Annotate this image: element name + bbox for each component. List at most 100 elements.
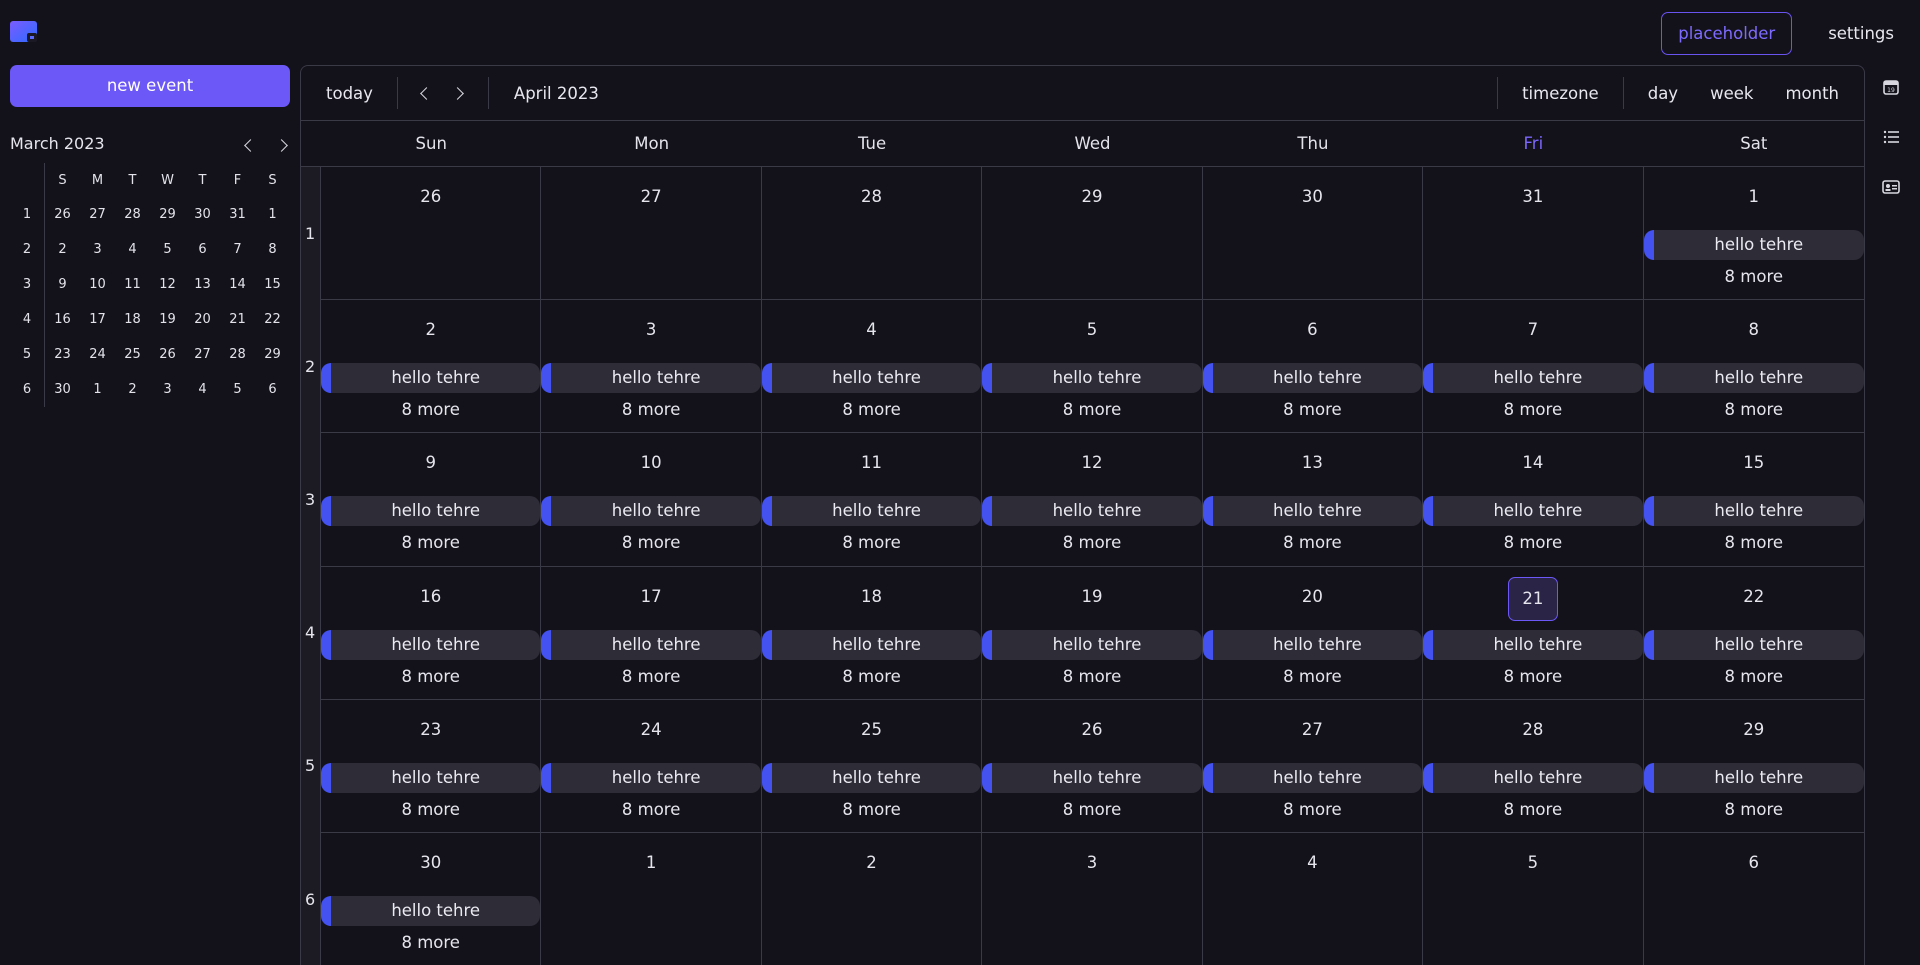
day-cell[interactable]: 3 hello tehre 8 more	[541, 300, 762, 434]
day-cell[interactable]: 23 hello tehre 8 more	[321, 699, 542, 833]
day-number[interactable]: 29	[982, 187, 1201, 206]
mini-day-cell[interactable]: 5	[150, 242, 185, 257]
settings-button[interactable]: settings	[1828, 24, 1894, 43]
event-chip[interactable]: hello tehre	[541, 363, 761, 394]
week-view-button[interactable]: week	[1710, 84, 1753, 103]
event-chip[interactable]: hello tehre	[1202, 762, 1423, 793]
day-number[interactable]: 3	[982, 853, 1201, 872]
more-events-link[interactable]: 8 more	[541, 800, 760, 819]
day-cell[interactable]: 5	[1423, 833, 1644, 965]
day-number[interactable]: 20	[1203, 587, 1422, 606]
event-chip[interactable]: hello tehre	[761, 363, 982, 394]
more-events-link[interactable]: 8 more	[321, 800, 540, 819]
timezone-button[interactable]: timezone	[1522, 84, 1599, 103]
month-view-button[interactable]: month	[1785, 84, 1839, 103]
mini-day-cell[interactable]: 26	[150, 347, 185, 362]
day-cell[interactable]: 8 hello tehre 8 more	[1643, 300, 1864, 434]
day-number[interactable]: 3	[541, 320, 760, 339]
mini-day-cell[interactable]: 4	[185, 382, 220, 397]
more-events-link[interactable]: 8 more	[1644, 667, 1864, 686]
mini-day-cell[interactable]: 14	[220, 277, 255, 292]
more-events-link[interactable]: 8 more	[1644, 267, 1864, 286]
more-events-link[interactable]: 8 more	[321, 933, 540, 952]
day-cell[interactable]: 11 hello tehre 8 more	[761, 433, 983, 567]
day-number[interactable]: 30	[321, 853, 540, 872]
day-number[interactable]: 1	[1644, 187, 1864, 206]
day-number[interactable]: 25	[762, 720, 981, 739]
mini-day-cell[interactable]: 1	[255, 207, 290, 222]
mini-day-cell[interactable]: 27	[185, 347, 220, 362]
day-number[interactable]: 26	[982, 720, 1201, 739]
event-chip[interactable]: hello tehre	[982, 762, 1202, 793]
event-chip[interactable]: hello tehre	[1643, 762, 1864, 793]
more-events-link[interactable]: 8 more	[1423, 533, 1642, 552]
mini-day-cell[interactable]: 13	[185, 277, 220, 292]
day-cell[interactable]: 26	[321, 167, 542, 301]
day-cell[interactable]: 19 hello tehre 8 more	[982, 566, 1203, 700]
day-cell[interactable]: 25 hello tehre 8 more	[761, 699, 983, 833]
more-events-link[interactable]: 8 more	[762, 533, 981, 552]
day-number[interactable]: 8	[1644, 320, 1864, 339]
day-number[interactable]: 4	[1203, 853, 1422, 872]
day-cell[interactable]: 29 hello tehre 8 more	[1643, 700, 1864, 833]
day-cell[interactable]: 30	[1202, 167, 1424, 301]
mini-day-cell[interactable]: 1	[80, 382, 115, 397]
mini-day-cell[interactable]: 6	[185, 242, 220, 257]
more-events-link[interactable]: 8 more	[321, 667, 540, 686]
day-number[interactable]: 2	[762, 853, 981, 872]
day-cell[interactable]: 27	[541, 167, 762, 301]
event-chip[interactable]: hello tehre	[1423, 363, 1643, 394]
day-cell[interactable]: 18 hello tehre 8 more	[761, 566, 983, 700]
day-number[interactable]: 28	[1423, 720, 1642, 739]
day-cell[interactable]: 26 hello tehre 8 more	[982, 699, 1203, 833]
more-events-link[interactable]: 8 more	[1423, 667, 1642, 686]
day-number[interactable]: 5	[982, 320, 1201, 339]
day-number[interactable]: 17	[541, 587, 760, 606]
event-chip[interactable]: hello tehre	[321, 896, 541, 926]
more-events-link[interactable]: 8 more	[1203, 667, 1422, 686]
day-number[interactable]: 4	[762, 320, 981, 339]
mini-day-cell[interactable]: 25	[115, 347, 150, 362]
mini-day-cell[interactable]: 12	[150, 277, 185, 292]
day-cell[interactable]: 17 hello tehre 8 more	[541, 566, 762, 700]
day-number[interactable]: 14	[1423, 453, 1642, 472]
event-chip[interactable]: hello tehre	[1423, 496, 1643, 527]
day-number[interactable]: 6	[1644, 853, 1864, 872]
calendar-icon[interactable]: 19	[1882, 78, 1900, 96]
placeholder-button[interactable]: placeholder	[1661, 11, 1793, 55]
mini-day-cell[interactable]: 11	[115, 277, 150, 292]
day-cell[interactable]: 16 hello tehre 8 more	[321, 566, 542, 700]
event-chip[interactable]: hello tehre	[321, 762, 541, 793]
day-cell[interactable]: 31	[1423, 167, 1644, 301]
mini-day-cell[interactable]: 2	[115, 382, 150, 397]
mini-day-cell[interactable]: 17	[80, 312, 115, 327]
event-chip[interactable]: hello tehre	[1643, 363, 1864, 394]
day-cell[interactable]: 22 hello tehre 8 more	[1643, 567, 1864, 700]
prev-month-icon[interactable]	[418, 82, 431, 104]
day-number[interactable]: 2	[321, 320, 540, 339]
more-events-link[interactable]: 8 more	[1203, 533, 1422, 552]
more-events-link[interactable]: 8 more	[762, 400, 981, 419]
event-chip[interactable]: hello tehre	[982, 363, 1202, 394]
day-number[interactable]: 24	[541, 720, 760, 739]
event-chip[interactable]: hello tehre	[982, 629, 1202, 660]
more-events-link[interactable]: 8 more	[541, 533, 760, 552]
day-number[interactable]: 9	[321, 453, 540, 472]
event-chip[interactable]: hello tehre	[1202, 629, 1423, 660]
mini-day-cell[interactable]: 28	[115, 207, 150, 222]
day-cell[interactable]: 14 hello tehre 8 more	[1423, 433, 1644, 567]
day-number[interactable]: 29	[1644, 720, 1864, 739]
mini-day-cell[interactable]: 15	[255, 277, 290, 292]
mini-day-cell[interactable]: 9	[45, 277, 80, 292]
event-chip[interactable]: hello tehre	[1202, 363, 1423, 394]
mini-day-cell[interactable]: 28	[220, 347, 255, 362]
mini-day-cell[interactable]: 3	[80, 242, 115, 257]
mini-day-cell[interactable]: 31	[220, 207, 255, 222]
mini-day-cell[interactable]: 29	[255, 347, 290, 362]
event-chip[interactable]: hello tehre	[321, 496, 541, 527]
day-number[interactable]: 1	[541, 853, 760, 872]
event-chip[interactable]: hello tehre	[1423, 762, 1643, 793]
day-cell[interactable]: 4	[1203, 833, 1424, 965]
mini-day-cell[interactable]: 4	[115, 242, 150, 257]
more-events-link[interactable]: 8 more	[982, 667, 1201, 686]
